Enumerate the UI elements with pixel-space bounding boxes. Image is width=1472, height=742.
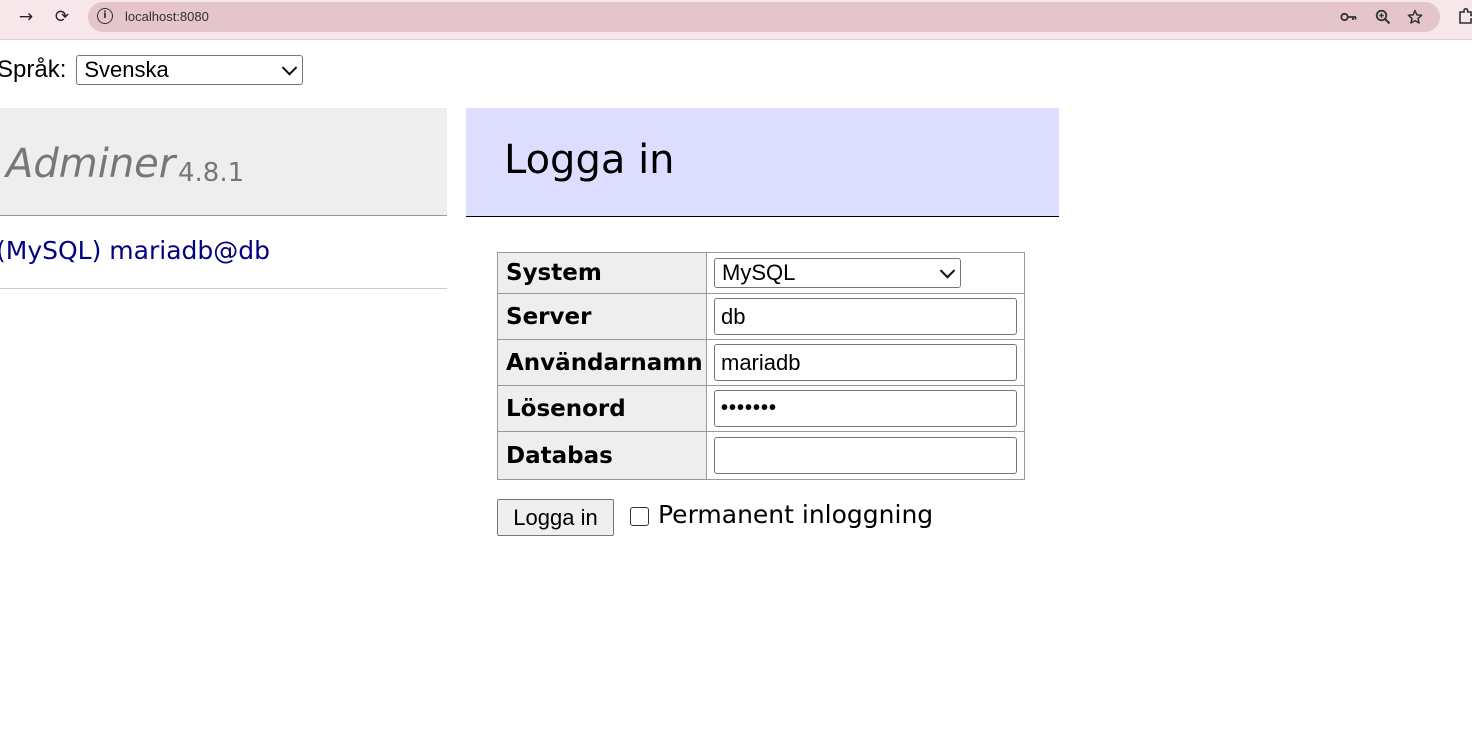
- browser-toolbar: → ⟳ i localhost:8080: [0, 0, 1472, 40]
- database-row: Databas: [497, 431, 1025, 480]
- username-input[interactable]: mariadb: [714, 344, 1017, 381]
- menu-divider: [0, 288, 447, 289]
- server-link[interactable]: (MySQL) mariadb@db: [0, 236, 270, 265]
- menu-header: Adminer 4.8.1: [0, 108, 447, 216]
- server-row: Server db: [497, 293, 1025, 340]
- star-icon[interactable]: [1404, 7, 1426, 27]
- extension-icon[interactable]: [1458, 7, 1472, 25]
- username-cell: mariadb: [706, 339, 1025, 386]
- password-row: Lösenord •••••••: [497, 385, 1025, 432]
- permanent-login-checkbox[interactable]: [630, 507, 649, 526]
- app-version: 4.8.1: [178, 158, 245, 188]
- arrow-right-icon[interactable]: →: [12, 6, 40, 28]
- app-name-link[interactable]: Adminer: [6, 141, 175, 187]
- server-cell: db: [706, 293, 1025, 340]
- url-text[interactable]: localhost:8080: [125, 9, 209, 24]
- username-label: Användarnamn: [497, 339, 707, 386]
- database-label: Databas: [497, 431, 707, 480]
- language-form: Språk: Svenska: [0, 55, 304, 85]
- password-input[interactable]: •••••••: [714, 390, 1017, 427]
- server-label: Server: [497, 293, 707, 340]
- key-icon[interactable]: [1338, 7, 1360, 27]
- password-label: Lösenord: [497, 385, 707, 432]
- zoom-icon[interactable]: [1372, 7, 1394, 27]
- database-cell: [706, 431, 1025, 480]
- language-selected-value: Svenska: [84, 57, 169, 82]
- chevron-down-icon: [282, 60, 298, 76]
- username-row: Användarnamn mariadb: [497, 339, 1025, 386]
- database-input[interactable]: [714, 437, 1017, 474]
- login-button[interactable]: Logga in: [497, 499, 614, 536]
- permanent-login-label[interactable]: Permanent inloggning: [658, 500, 933, 529]
- content-header: Logga in: [466, 108, 1059, 217]
- page-title: Logga in: [504, 137, 675, 183]
- login-form-table: System MySQL Server db Användarnamn mari…: [497, 252, 1025, 480]
- system-selected-value: MySQL: [722, 260, 796, 285]
- reload-icon[interactable]: ⟳: [48, 6, 76, 28]
- server-input[interactable]: db: [714, 298, 1017, 335]
- system-row: System MySQL: [497, 252, 1025, 294]
- system-cell: MySQL: [706, 252, 1025, 294]
- chevron-down-icon: [939, 263, 956, 279]
- language-label: Språk:: [0, 56, 67, 83]
- address-bar[interactable]: i localhost:8080: [88, 2, 1440, 32]
- language-select[interactable]: Svenska: [76, 55, 304, 85]
- system-label: System: [497, 252, 707, 294]
- info-icon[interactable]: i: [97, 8, 113, 24]
- password-cell: •••••••: [706, 385, 1025, 432]
- system-select[interactable]: MySQL: [714, 258, 961, 288]
